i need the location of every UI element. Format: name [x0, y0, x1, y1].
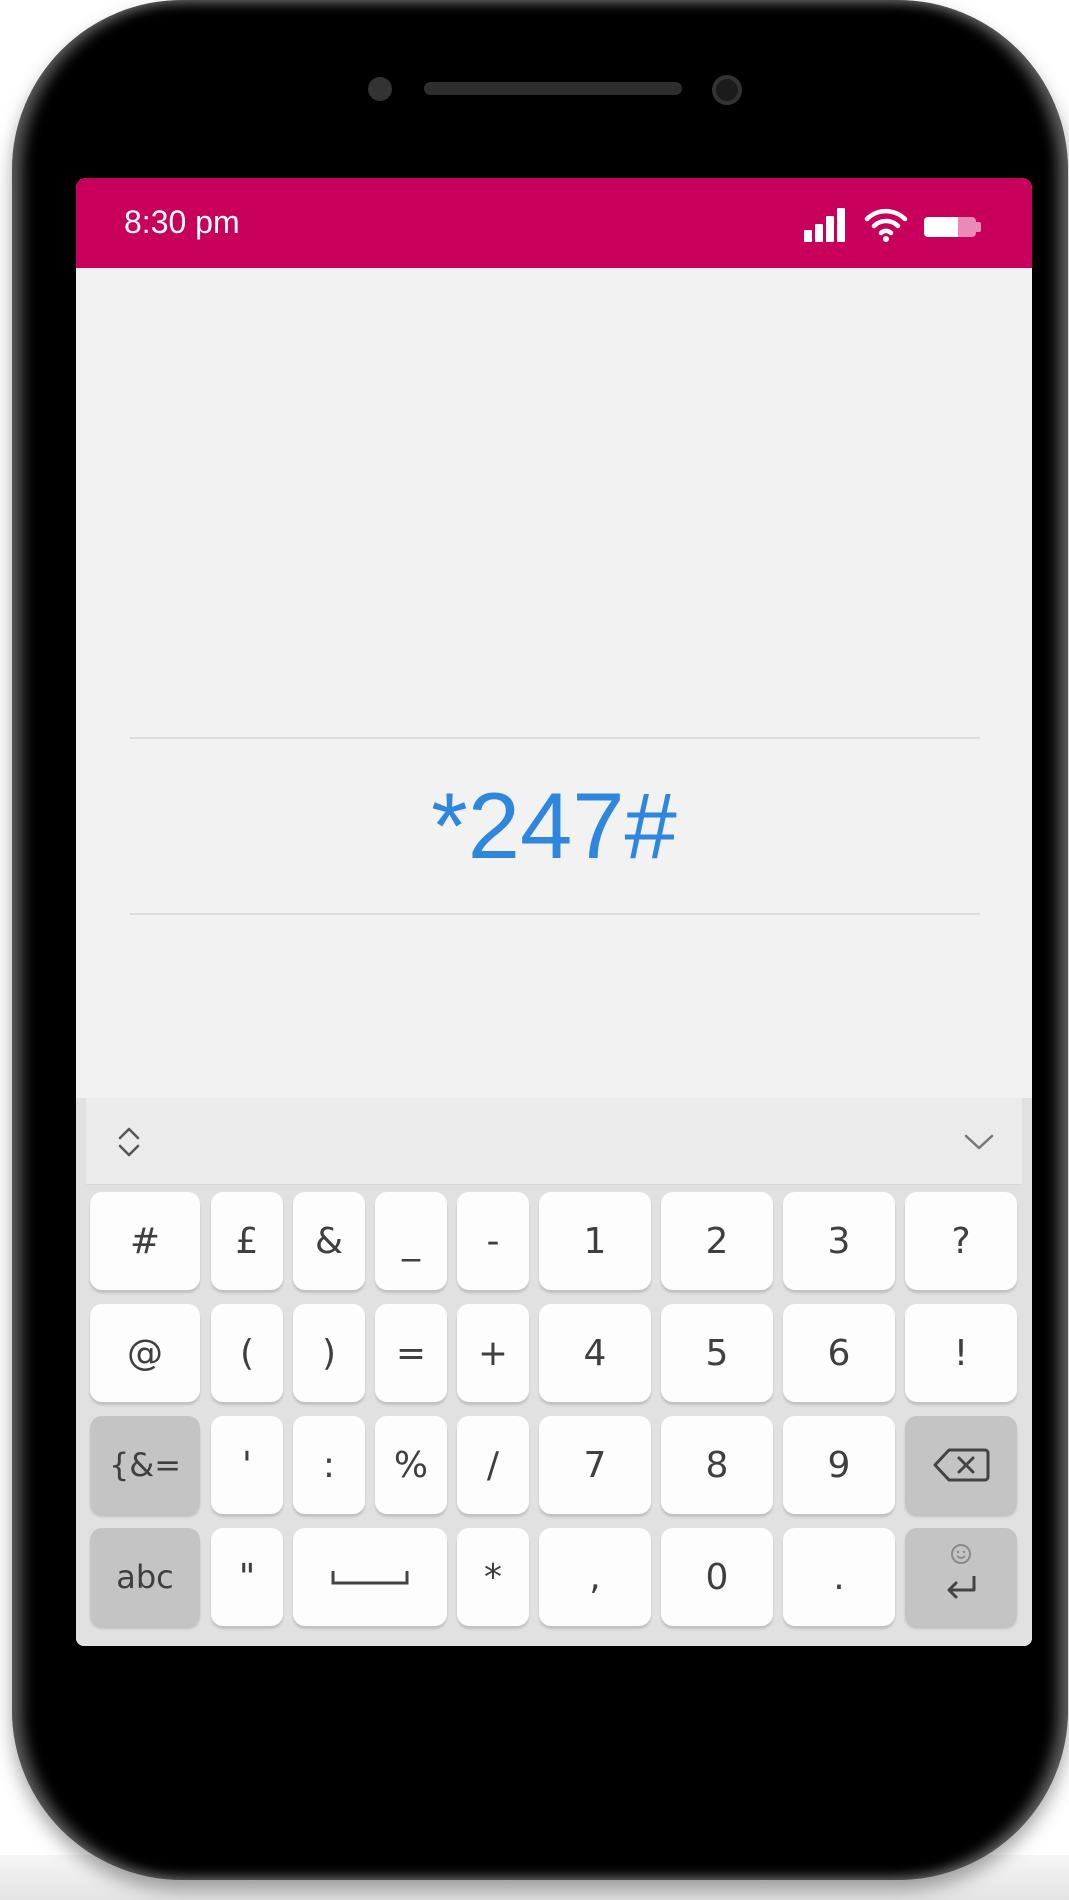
key-period[interactable]: .: [783, 1528, 895, 1626]
key-slash[interactable]: /: [457, 1416, 529, 1514]
keyboard: # £ & _ - 1 2 3 ? @ ( ) = + 4 5 6 ! {&= …: [76, 1098, 1032, 1646]
status-icons: [804, 208, 984, 242]
battery-tip: [976, 222, 981, 232]
key-at[interactable]: @: [90, 1304, 200, 1402]
key-exclaim[interactable]: !: [905, 1304, 1017, 1402]
status-bar: 8:30 pm: [76, 178, 1032, 268]
phone-screen: 8:30 pm *247# # £ & _ - 1 2 3 ? @ () = …: [76, 178, 1032, 1646]
code-divider-top: [130, 737, 980, 739]
battery-icon: [924, 217, 976, 237]
expand-icon[interactable]: [114, 1122, 144, 1162]
key-5[interactable]: 5: [661, 1304, 773, 1402]
space-key[interactable]: [293, 1528, 447, 1626]
key-abc[interactable]: abc: [90, 1528, 200, 1626]
key-question[interactable]: ?: [905, 1192, 1017, 1290]
key-0[interactable]: 0: [661, 1528, 773, 1626]
status-time: 8:30 pm: [124, 204, 240, 240]
key-9[interactable]: 9: [783, 1416, 895, 1514]
key-minus[interactable]: -: [457, 1192, 529, 1290]
key-equals[interactable]: =: [375, 1304, 447, 1402]
earpiece-speaker: [424, 82, 682, 95]
key-underscore[interactable]: _: [375, 1192, 447, 1290]
front-camera-icon: [712, 75, 742, 105]
key-7[interactable]: 7: [539, 1416, 651, 1514]
key-apostrophe[interactable]: ': [211, 1416, 283, 1514]
key-hash[interactable]: #: [90, 1192, 200, 1290]
key-6[interactable]: 6: [783, 1304, 895, 1402]
code-divider-bottom: [130, 913, 980, 915]
key-plus[interactable]: +: [457, 1304, 529, 1402]
ussd-code-display[interactable]: *247#: [76, 776, 1032, 876]
wifi-icon: [864, 208, 908, 242]
key-3[interactable]: 3: [783, 1192, 895, 1290]
space-icon: [331, 1571, 409, 1585]
key-left-paren[interactable]: (: [211, 1304, 283, 1402]
key-asterisk[interactable]: *: [457, 1528, 529, 1626]
key-double-quote[interactable]: ": [211, 1528, 283, 1626]
key-1[interactable]: 1: [539, 1192, 651, 1290]
enter-emoji-icon: [947, 1544, 976, 1599]
backspace-icon: [933, 1448, 990, 1482]
keyboard-toolbar: [86, 1098, 1022, 1185]
collapse-icon[interactable]: [962, 1130, 996, 1154]
key-symbols[interactable]: {&=: [90, 1416, 200, 1514]
key-2[interactable]: 2: [661, 1192, 773, 1290]
key-8[interactable]: 8: [661, 1416, 773, 1514]
key-colon[interactable]: :: [293, 1416, 365, 1514]
enter-key[interactable]: [905, 1528, 1017, 1626]
proximity-sensor: [368, 77, 392, 101]
signal-icon: [804, 208, 848, 242]
battery-level: [924, 217, 958, 237]
key-right-paren[interactable]: ): [293, 1304, 365, 1402]
key-percent[interactable]: %: [375, 1416, 447, 1514]
phone-frame: 8:30 pm *247# # £ & _ - 1 2 3 ? @ () = …: [12, 0, 1068, 1880]
backspace-key[interactable]: [905, 1416, 1017, 1514]
key-ampersand[interactable]: &: [293, 1192, 365, 1290]
key-4[interactable]: 4: [539, 1304, 651, 1402]
key-comma[interactable]: ,: [539, 1528, 651, 1626]
key-pound[interactable]: £: [211, 1192, 283, 1290]
